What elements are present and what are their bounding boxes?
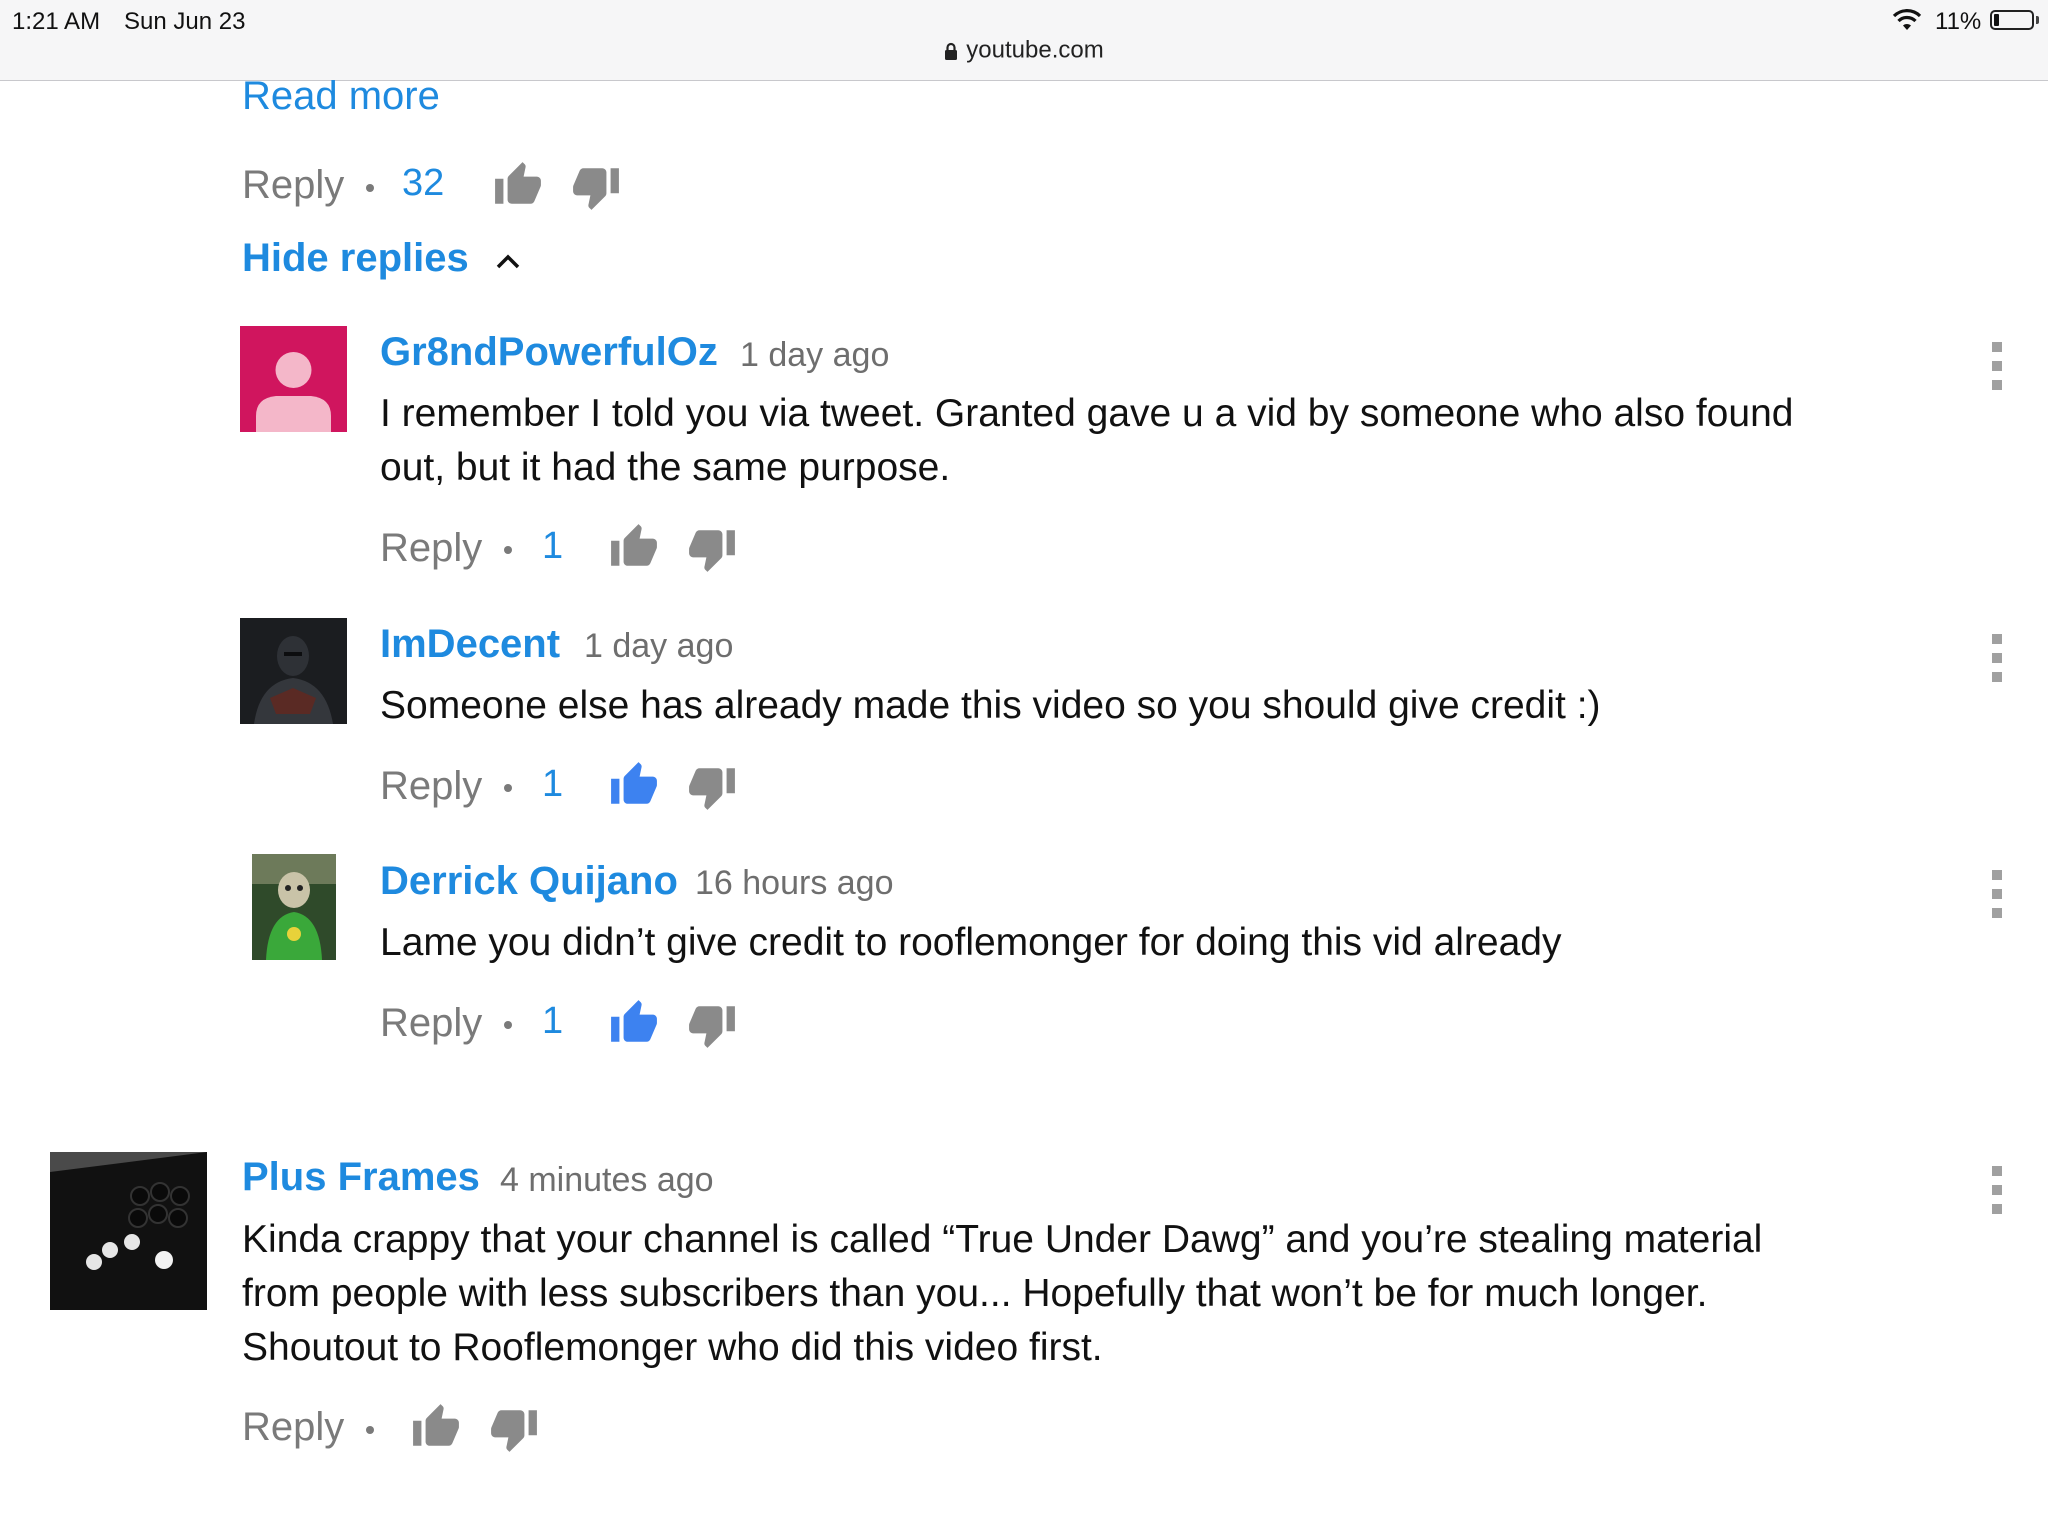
separator-dot <box>504 784 512 792</box>
separator-dot <box>504 546 512 554</box>
browser-top-bar: 1:21 AM Sun Jun 23 11% youtube.com <box>0 0 2048 81</box>
comment-author[interactable]: Plus Frames <box>242 1155 480 1200</box>
avatar[interactable] <box>240 618 347 724</box>
battery-cap <box>2036 16 2039 24</box>
like-count: 1 <box>542 525 564 567</box>
url-text: youtube.com <box>966 36 1104 64</box>
avatar[interactable] <box>252 854 336 960</box>
reply-author[interactable]: Derrick Quijano <box>380 859 678 904</box>
knight-avatar-icon <box>240 618 347 724</box>
character-avatar-icon <box>252 854 336 960</box>
wifi-icon <box>1892 9 1922 30</box>
avatar[interactable] <box>50 1152 207 1310</box>
reply-timestamp[interactable]: 1 day ago <box>740 336 889 375</box>
chevron-up-icon[interactable] <box>494 250 522 272</box>
default-user-avatar-icon <box>256 352 331 432</box>
reply-timestamp[interactable]: 1 day ago <box>584 627 733 666</box>
thumbs-down-icon[interactable] <box>570 162 622 212</box>
battery-icon <box>1990 10 2034 30</box>
comment-timestamp[interactable]: 4 minutes ago <box>500 1161 714 1200</box>
lock-icon <box>945 42 958 60</box>
like-count: 1 <box>542 1000 564 1042</box>
more-options-icon[interactable] <box>1992 634 2002 691</box>
thumbs-down-icon[interactable] <box>686 524 738 574</box>
reply-text: Lame you didn’t give credit to rooflemon… <box>380 921 1562 964</box>
arcade-stick-avatar-icon <box>50 1152 207 1310</box>
avatar[interactable] <box>240 326 347 432</box>
reply-button[interactable]: Reply <box>242 163 344 208</box>
reply-button[interactable]: Reply <box>380 526 482 571</box>
reply-button[interactable]: Reply <box>380 764 482 809</box>
thumbs-up-icon[interactable] <box>608 522 660 572</box>
like-count: 1 <box>542 763 564 805</box>
hide-replies-button[interactable]: Hide replies <box>242 236 469 281</box>
thumbs-down-icon[interactable] <box>686 1000 738 1050</box>
like-count: 32 <box>402 162 445 204</box>
comment-text: Kinda crappy that your channel is called… <box>242 1218 1763 1369</box>
reply-button[interactable]: Reply <box>380 1001 482 1046</box>
reply-text: Someone else has already made this video… <box>380 684 1601 727</box>
status-date: Sun Jun 23 <box>124 8 246 35</box>
thumbs-up-liked-icon[interactable] <box>608 760 660 810</box>
thumbs-up-icon[interactable] <box>492 160 544 210</box>
thumbs-down-icon[interactable] <box>686 762 738 812</box>
reply-author[interactable]: Gr8ndPowerfulOz <box>380 330 718 375</box>
read-more-link[interactable]: Read more <box>242 74 440 119</box>
more-options-icon[interactable] <box>1992 870 2002 927</box>
reply-timestamp[interactable]: 16 hours ago <box>695 864 894 903</box>
separator-dot <box>366 1426 374 1434</box>
reply-text: I remember I told you via tweet. Granted… <box>380 392 1794 489</box>
status-time: 1:21 AM <box>12 8 101 35</box>
thumbs-up-icon[interactable] <box>410 1402 462 1452</box>
separator-dot <box>366 184 374 192</box>
more-options-icon[interactable] <box>1992 342 2002 399</box>
reply-button[interactable]: Reply <box>242 1405 344 1450</box>
separator-dot <box>504 1021 512 1029</box>
thumbs-up-liked-icon[interactable] <box>608 998 660 1048</box>
more-options-icon[interactable] <box>1992 1166 2002 1223</box>
address-bar[interactable]: youtube.com <box>0 36 2048 72</box>
battery-percent: 11% <box>1935 8 1982 35</box>
reply-author[interactable]: ImDecent <box>380 622 560 667</box>
thumbs-down-icon[interactable] <box>488 1404 540 1454</box>
